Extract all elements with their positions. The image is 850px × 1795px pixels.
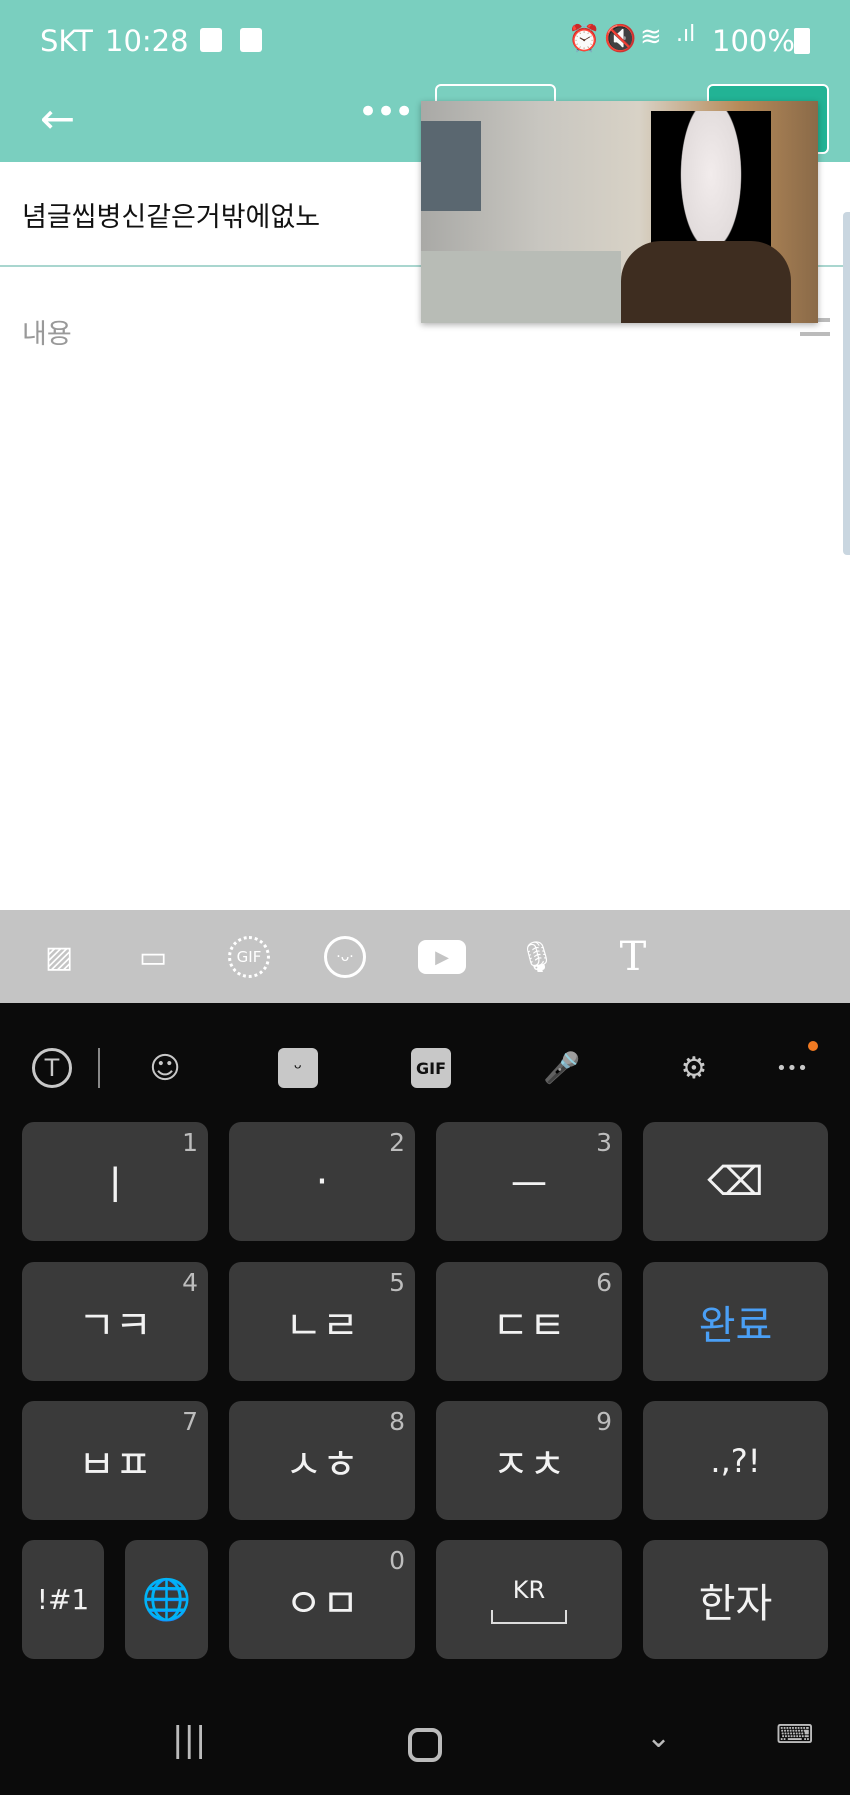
key-number: 9 xyxy=(596,1407,612,1436)
image-icon[interactable]: ▨ xyxy=(38,936,80,978)
chevron-down-icon[interactable]: ⌄ xyxy=(646,1720,671,1755)
key-label: ㅈㅊ xyxy=(492,1441,566,1488)
key-label: · xyxy=(315,1158,329,1205)
key-label: ㅡ xyxy=(510,1162,548,1209)
emoticon-icon[interactable]: ·ᴗ· xyxy=(324,936,366,978)
key-label: ㅇㅁ xyxy=(285,1580,359,1627)
carrier: SKT xyxy=(40,24,93,58)
key-number: 2 xyxy=(389,1128,405,1157)
key-s[interactable]: ㅅㅎ 8 xyxy=(229,1401,415,1520)
key-n[interactable]: ㄴㄹ 5 xyxy=(229,1262,415,1381)
youtube-icon[interactable]: ▶ xyxy=(418,940,466,974)
mute-icon: 🔇 xyxy=(604,24,637,54)
mic-icon[interactable]: 🎤 xyxy=(542,1048,582,1088)
gif-icon[interactable]: GIF xyxy=(411,1048,451,1088)
translate-icon[interactable]: T xyxy=(32,1048,72,1088)
language-key[interactable]: 🌐 xyxy=(125,1540,208,1659)
key-label: ㄱㅋ xyxy=(78,1302,152,1349)
wifi-icon: ≋ xyxy=(640,22,662,52)
key-b[interactable]: ㅂㅍ 7 xyxy=(22,1401,208,1520)
home-icon[interactable] xyxy=(408,1728,442,1762)
key-label: ㅅㅎ xyxy=(285,1441,359,1488)
status-bar: SKT 10:28 ⏰ 🔇 ≋ .ıl 100% xyxy=(0,0,850,82)
key-label: KR xyxy=(512,1575,546,1604)
key-label: ㄴㄹ xyxy=(285,1302,359,1349)
battery-level: 100% xyxy=(712,24,795,58)
key-number: 3 xyxy=(596,1128,612,1157)
hanja-key[interactable]: 한자 xyxy=(643,1540,828,1659)
key-number: 4 xyxy=(182,1268,198,1297)
video-overlay[interactable] xyxy=(421,101,818,323)
key-d[interactable]: ㄷㅌ 6 xyxy=(436,1262,622,1381)
key-o[interactable]: ㅇㅁ 0 xyxy=(229,1540,415,1659)
more-horizontal-icon[interactable]: ••• xyxy=(358,92,414,132)
more-icon[interactable]: ••• xyxy=(772,1048,812,1088)
done-key[interactable]: 완료 xyxy=(643,1262,828,1381)
text-icon[interactable]: T xyxy=(612,934,654,980)
keyboard-icon[interactable]: ⌨ xyxy=(776,1720,814,1750)
title-input[interactable]: 념글씹병신같은거밖에없노 xyxy=(22,195,320,234)
key-label: ㅣ xyxy=(96,1162,134,1209)
space-key[interactable]: KR xyxy=(436,1540,622,1659)
key-label: ㄷㅌ xyxy=(492,1302,566,1349)
key-label: .,?! xyxy=(710,1441,761,1480)
backspace-icon: ⌫ xyxy=(707,1158,764,1205)
key-number: 0 xyxy=(389,1546,405,1575)
sticker-icon[interactable]: ᵕ xyxy=(278,1048,318,1088)
recent-apps-icon[interactable]: ||| xyxy=(172,1720,206,1760)
gif-icon[interactable]: GIF xyxy=(228,936,270,978)
punctuation-key[interactable]: .,?! xyxy=(643,1401,828,1520)
key-label: ㅂㅍ xyxy=(78,1441,152,1488)
key-label: 완료 xyxy=(698,1302,773,1349)
space-icon xyxy=(491,1609,567,1624)
mic-icon[interactable]: 🎙 xyxy=(516,936,558,978)
backspace-key[interactable]: ⌫ xyxy=(643,1122,828,1241)
divider xyxy=(98,1048,100,1088)
content-input[interactable]: 내용 xyxy=(22,312,72,351)
key-i[interactable]: ㅣ1 xyxy=(22,1122,208,1241)
media-toolbar: ▨ ▭ GIF ·ᴗ· ▶ 🎙 T xyxy=(0,910,850,1003)
key-label: !#1 xyxy=(36,1583,90,1616)
character-body xyxy=(621,241,791,323)
key-dot[interactable]: · 2 xyxy=(229,1122,415,1241)
arrow-left-icon[interactable]: ← xyxy=(40,94,75,143)
notification-dot xyxy=(808,1041,818,1051)
key-j[interactable]: ㅈㅊ 9 xyxy=(436,1401,622,1520)
key-label: 한자 xyxy=(698,1580,773,1627)
key-number: 8 xyxy=(389,1407,405,1436)
video-icon[interactable]: ▭ xyxy=(132,936,174,978)
clock: 10:28 xyxy=(105,24,189,58)
key-number: 1 xyxy=(182,1128,198,1157)
key-eu[interactable]: ㅡ3 xyxy=(436,1122,622,1241)
bed-image xyxy=(421,251,621,323)
battery-icon xyxy=(794,28,810,54)
emoji-icon[interactable]: ☺ xyxy=(145,1048,185,1088)
symbols-key[interactable]: !#1 xyxy=(22,1540,104,1659)
settings-icon[interactable]: ⚙ xyxy=(674,1048,714,1088)
key-number: 7 xyxy=(182,1407,198,1436)
signal-icon: .ıl xyxy=(676,22,696,47)
scrollbar[interactable] xyxy=(843,212,850,555)
notification-icon xyxy=(200,28,222,52)
alarm-icon: ⏰ xyxy=(568,24,601,54)
key-number: 5 xyxy=(389,1268,405,1297)
window-image xyxy=(421,121,481,211)
key-g[interactable]: ㄱㅋ 4 xyxy=(22,1262,208,1381)
notification-icon xyxy=(240,28,262,52)
key-number: 6 xyxy=(596,1268,612,1297)
globe-icon: 🌐 xyxy=(141,1577,192,1623)
